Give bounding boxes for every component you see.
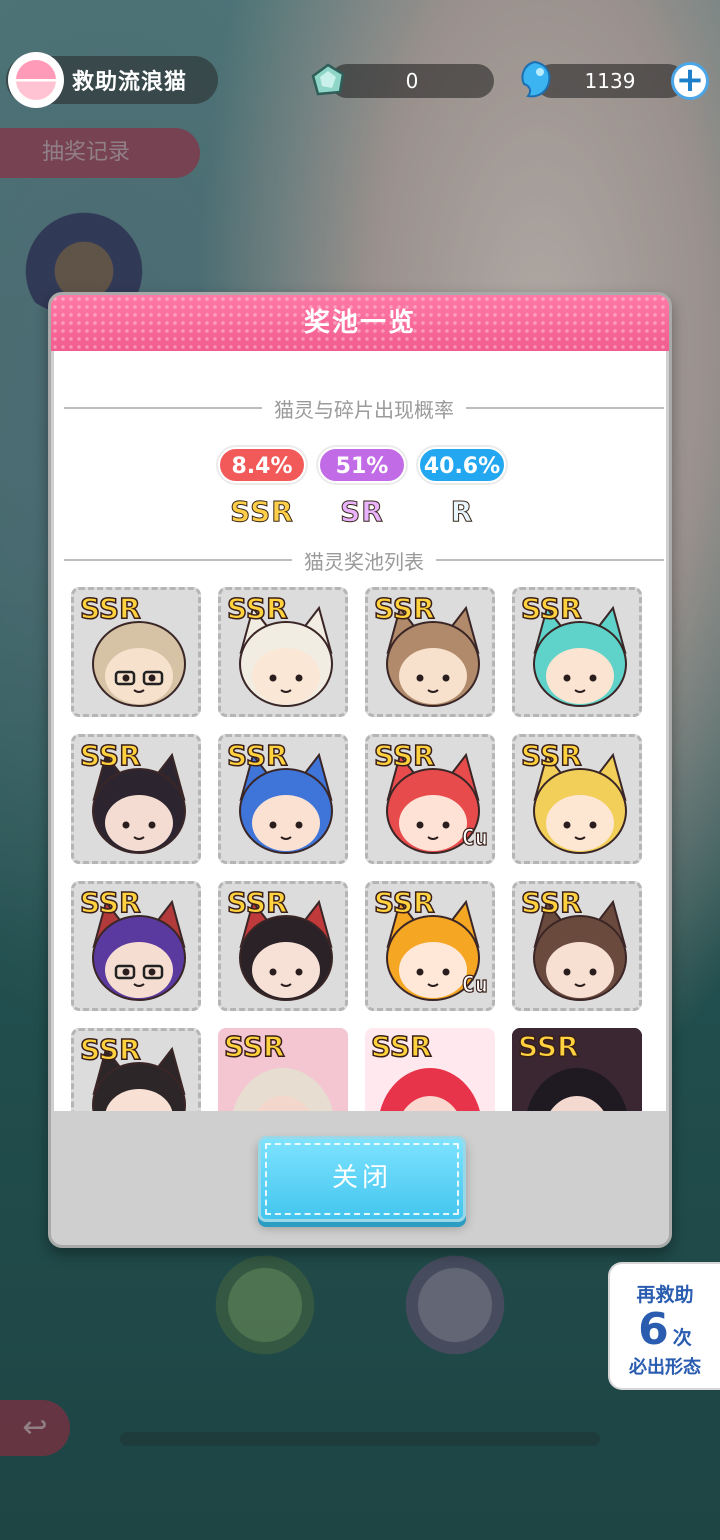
modal-title: 奖池一览	[51, 295, 669, 351]
rarity-label: SSR	[226, 591, 288, 626]
pool-item-cat-avatar-orange-pixel-cat[interactable]: SSR Cu	[365, 881, 495, 1011]
pool-item-cat-avatar-black-hair-red-bow[interactable]: SSR	[218, 881, 348, 1011]
event-logo-icon	[8, 52, 64, 108]
rarity-label: SSR	[370, 1029, 432, 1064]
modal-body[interactable]: 猫灵与碎片出现概率 8.4% 51% 40.6% SSR SR R 猫灵奖池列表…	[54, 351, 666, 1111]
shard-icon	[311, 63, 345, 96]
gem-counter: 1139	[535, 64, 685, 98]
pity-line1: 再救助	[636, 1284, 694, 1306]
pool-item-photo-red-hair-girl[interactable]: SSR	[365, 1028, 495, 1111]
shard-counter: 0	[330, 64, 494, 98]
pool-item-cat-avatar-blonde-sailor-girl[interactable]: SSR	[512, 734, 642, 864]
ssr-tier-label: SSR	[230, 495, 294, 529]
rarity-label: SSR	[226, 885, 288, 920]
pity-reminder[interactable]: 再救助 6次 必出形态	[608, 1262, 720, 1390]
sr-rate-badge: 51%	[318, 447, 406, 483]
pool-item-cat-avatar-red-pixel-cat[interactable]: SSR Cu	[365, 734, 495, 864]
pool-item-cat-avatar-purple-hair-glasses[interactable]: SSR	[71, 881, 201, 1011]
pool-section-header: 猫灵奖池列表	[64, 545, 664, 575]
rarity-label: SSR	[517, 1029, 579, 1064]
rarity-label: SSR	[226, 738, 288, 773]
rarity-label: SSR	[373, 885, 435, 920]
close-button[interactable]: 关闭	[258, 1136, 466, 1222]
rarity-label: SSR	[79, 591, 141, 626]
pity-unit: 次	[672, 1327, 692, 1349]
event-title: 救助流浪猫	[72, 70, 188, 95]
blue-gem-icon	[521, 60, 551, 98]
gem-count: 1139	[584, 69, 636, 93]
rarity-label: SSR	[520, 885, 582, 920]
pool-item-cat-avatar-brown-cat-girl[interactable]: SSR	[365, 587, 495, 717]
rarity-label: SSR	[79, 1032, 141, 1067]
pity-count: 6	[638, 1304, 669, 1355]
rates-section-title: 猫灵与碎片出现概率	[274, 397, 454, 422]
event-title-pill: 救助流浪猫	[6, 52, 218, 108]
r-rate-badge: 40.6%	[418, 447, 506, 483]
sr-tier-label: SR	[340, 495, 384, 529]
shard-count: 0	[405, 69, 419, 93]
add-gem-button[interactable]: +	[671, 62, 709, 100]
rarity-label: SSR	[79, 885, 141, 920]
pool-item-cat-avatar-black-cat-girl-bandaged[interactable]: SSR	[71, 734, 201, 864]
rarity-label: SSR	[223, 1029, 285, 1064]
pool-item-cat-avatar-teal-hair-girl[interactable]: SSR	[512, 587, 642, 717]
ssr-rate-badge: 8.4%	[218, 447, 306, 483]
rarity-label: SSR	[79, 738, 141, 773]
pool-item-cat-avatar-blue-cat-girl[interactable]: SSR	[218, 734, 348, 864]
pool-item-photo-black-hair-girl[interactable]: SSR	[512, 1028, 642, 1111]
pool-item-photo-glasses-white-hair[interactable]: SSR	[218, 1028, 348, 1111]
rarity-label: SSR	[520, 591, 582, 626]
rates-section-header: 猫灵与碎片出现概率	[64, 393, 664, 423]
pool-item-cat-avatar-brown-short-hair[interactable]: SSR	[512, 881, 642, 1011]
pool-item-cat-avatar-black-hair-orange[interactable]: SSR	[71, 1028, 201, 1111]
pity-line3: 必出形态	[629, 1357, 701, 1378]
pool-item-cat-avatar-white-hair-girl[interactable]: SSR	[218, 587, 348, 717]
r-tier-label: R	[450, 495, 474, 529]
rarity-label: SSR	[373, 738, 435, 773]
rarity-label: SSR	[520, 738, 582, 773]
pool-section-title: 猫灵奖池列表	[304, 549, 424, 574]
copper-badge: Cu	[461, 825, 489, 851]
pool-item-cat-avatar-glasses-man[interactable]: SSR	[71, 587, 201, 717]
copper-badge: Cu	[461, 972, 489, 998]
prize-pool-modal: 奖池一览 猫灵与碎片出现概率 8.4% 51% 40.6% SSR SR R 猫…	[48, 292, 672, 1248]
rarity-label: SSR	[373, 591, 435, 626]
